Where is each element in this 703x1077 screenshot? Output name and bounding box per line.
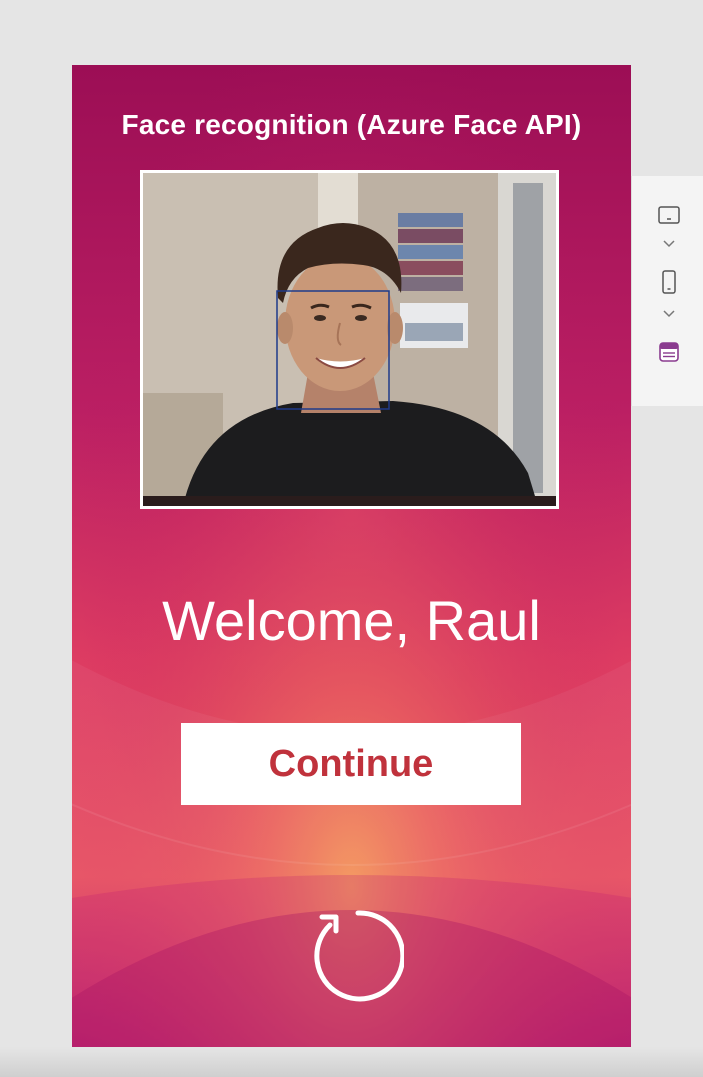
chevron-down-icon[interactable]: [662, 309, 676, 319]
camera-feed: [140, 170, 559, 509]
phone-view-icon[interactable]: [657, 270, 681, 294]
web-view-icon[interactable]: [657, 340, 681, 364]
camera-image: [143, 173, 556, 506]
bottom-shade: [0, 1047, 703, 1077]
continue-button[interactable]: Continue: [181, 723, 521, 805]
app-title: Face recognition (Azure Face API): [121, 109, 582, 140]
view-selector-panel: [631, 176, 703, 406]
welcome-message: Welcome, Raul: [162, 589, 541, 652]
tablet-view-icon[interactable]: [657, 203, 681, 227]
chevron-down-icon[interactable]: [662, 239, 676, 249]
studio-canvas: Face recognition (Azure Face API) Welcom…: [0, 0, 703, 1077]
app-screen: Face recognition (Azure Face API) Welcom…: [72, 65, 631, 1055]
refresh-icon[interactable]: [300, 901, 404, 1005]
